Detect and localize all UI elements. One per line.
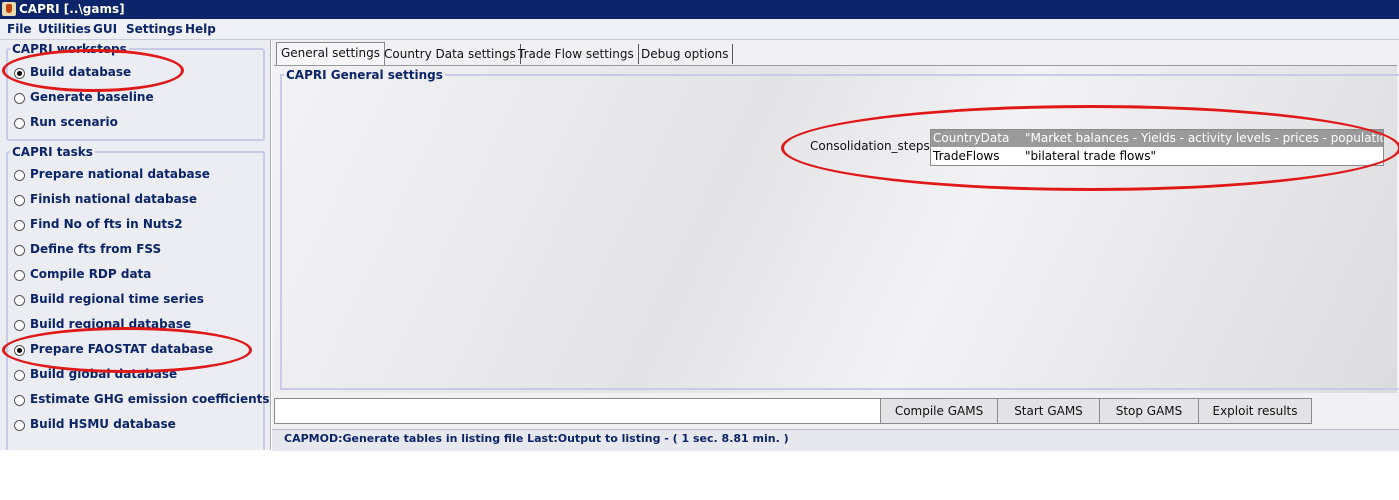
tab-country-data-settings[interactable]: Country Data settings [380, 44, 521, 64]
radio-icon[interactable] [14, 395, 25, 406]
status-text: CAPMOD:Generate tables in listing file L… [284, 432, 789, 445]
radio-icon[interactable] [14, 195, 25, 206]
radio-icon[interactable] [14, 320, 25, 331]
radio-selected-icon[interactable] [14, 68, 25, 79]
radio-icon[interactable] [14, 370, 25, 381]
left-panel: CAPRI worksteps Build database Generate … [0, 40, 271, 450]
menu-utilities[interactable]: Utilities [38, 22, 91, 36]
radio-icon[interactable] [14, 170, 25, 181]
menu-bar: File Utilities GUI Settings Help [0, 19, 1399, 40]
radio-icon[interactable] [14, 118, 25, 129]
title-bar: CAPRI [..\gams] [0, 0, 1399, 19]
menu-settings[interactable]: Settings [126, 22, 183, 36]
task-label: Build regional database [30, 317, 192, 331]
general-settings-pane: CAPRI General settings Consolidation_ste… [274, 65, 1399, 393]
task-label: Find No of fts in Nuts2 [30, 217, 183, 231]
row-value: "Market balances - Yields - activity lev… [1025, 131, 1384, 145]
tab-debug-options[interactable]: Debug options [637, 44, 734, 64]
table-row[interactable]: CountryData "Market balances - Yields - … [931, 130, 1383, 147]
menu-gui[interactable]: GUI [93, 22, 117, 36]
task-label: Define fts from FSS [30, 242, 162, 256]
radio-icon[interactable] [14, 420, 25, 431]
radio-icon[interactable] [14, 93, 25, 104]
task-label: Prepare FAOSTAT database [30, 342, 214, 356]
right-panel: General settings Country Data settings T… [272, 40, 1399, 451]
radio-icon[interactable] [14, 295, 25, 306]
tab-general-settings[interactable]: General settings [276, 42, 385, 66]
status-bar: CAPMOD:Generate tables in listing file L… [272, 429, 1399, 451]
task-label: Prepare national database [30, 167, 210, 181]
radio-selected-icon[interactable] [14, 345, 25, 356]
tasks-legend: CAPRI tasks [12, 145, 93, 159]
message-field[interactable] [274, 398, 882, 424]
task-label: Estimate GHG emission coefficients [30, 392, 270, 406]
worksteps-legend: CAPRI worksteps [12, 42, 127, 56]
task-label: Build HSMU database [30, 417, 176, 431]
task-label: Finish national database [30, 192, 197, 206]
task-label: Compile RDP data [30, 267, 152, 281]
row-value: "bilateral trade flows" [1025, 149, 1156, 163]
compile-gams-button[interactable]: Compile GAMS [880, 398, 998, 424]
table-row[interactable]: TradeFlows "bilateral trade flows" [931, 148, 1383, 165]
tab-trade-flow-settings[interactable]: Trade Flow settings [514, 44, 639, 64]
consolidation-steps-label: Consolidation_steps [810, 139, 930, 153]
menu-file[interactable]: File [7, 22, 32, 36]
start-gams-button[interactable]: Start GAMS [997, 398, 1100, 424]
stop-gams-button[interactable]: Stop GAMS [1099, 398, 1199, 424]
task-label: Build global database [30, 367, 178, 381]
exploit-results-button[interactable]: Exploit results [1198, 398, 1312, 424]
workstep-label: Build database [30, 65, 132, 79]
general-settings-legend: CAPRI General settings [286, 68, 443, 82]
menu-help[interactable]: Help [185, 22, 216, 36]
radio-icon[interactable] [14, 245, 25, 256]
consolidation-steps-table[interactable]: CountryData "Market balances - Yields - … [930, 129, 1384, 166]
workstep-label: Run scenario [30, 115, 118, 129]
row-key: CountryData [933, 131, 1010, 145]
radio-icon[interactable] [14, 220, 25, 231]
row-key: TradeFlows [933, 149, 1000, 163]
radio-icon[interactable] [14, 270, 25, 281]
general-settings-group: CAPRI General settings [280, 68, 1399, 390]
java-cup-icon [2, 2, 16, 16]
workstep-label: Generate baseline [30, 90, 154, 104]
task-label: Build regional time series [30, 292, 204, 306]
window-title: CAPRI [..\gams] [19, 2, 125, 16]
